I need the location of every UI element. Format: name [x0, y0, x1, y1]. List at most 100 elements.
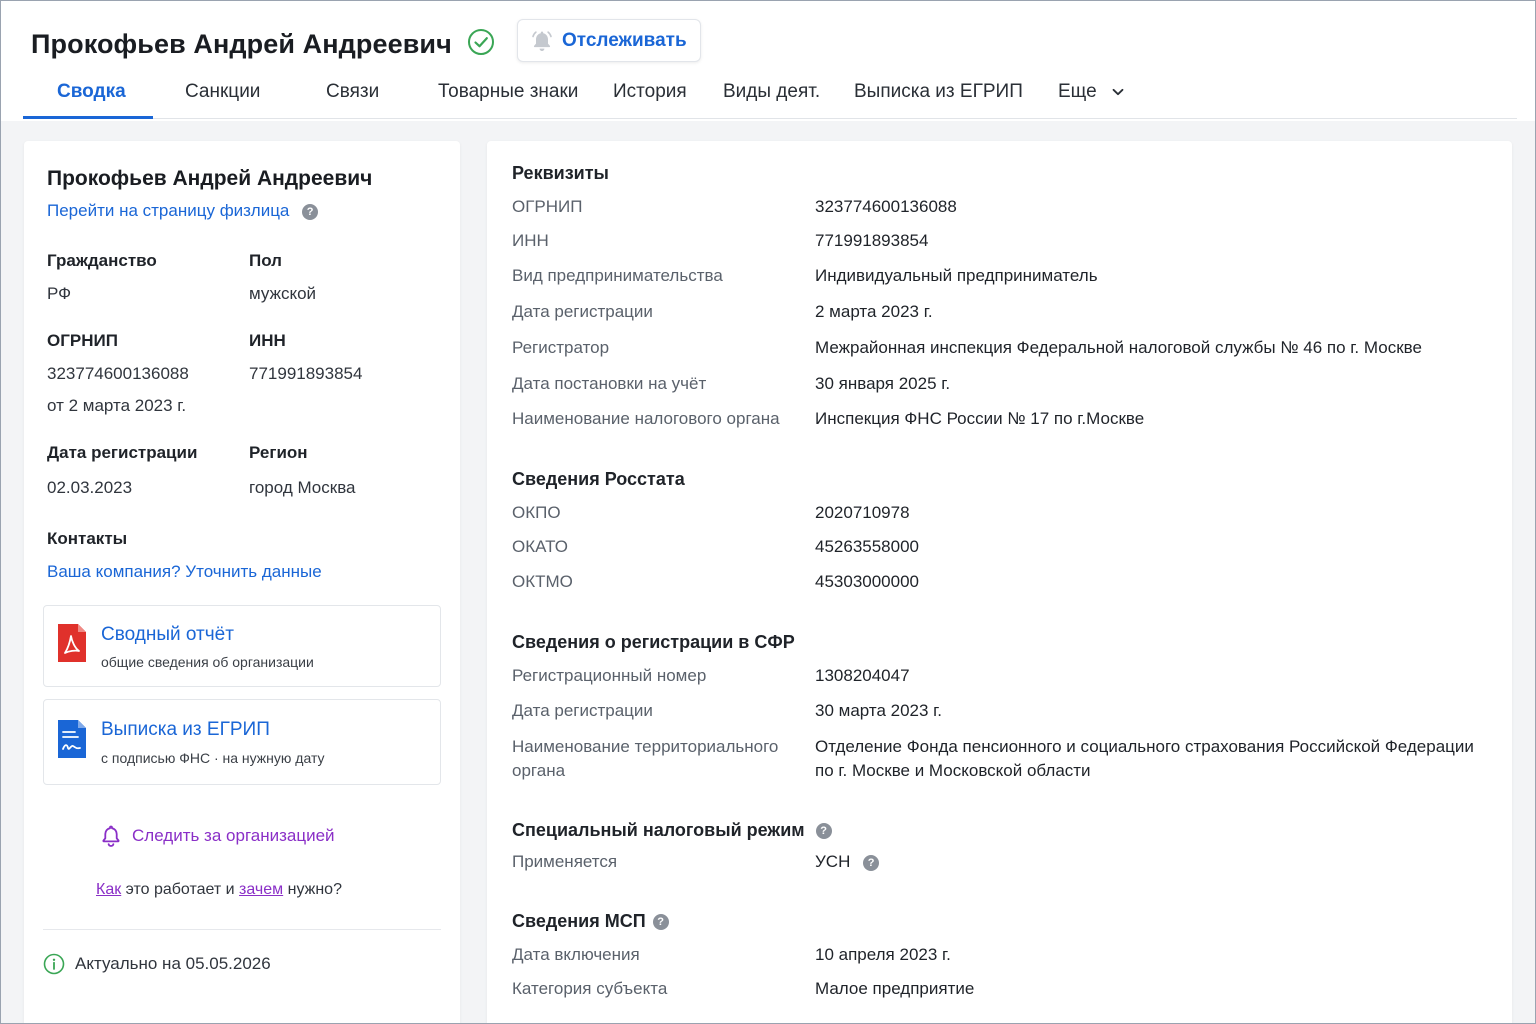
divider	[43, 929, 441, 930]
row-value-tax-authority: Инспекция ФНС России № 17 по г.Москве	[815, 409, 1145, 428]
pdf-file-icon	[58, 624, 86, 662]
row-key-applied: Применяется	[512, 852, 618, 871]
signed-document-icon	[58, 720, 86, 758]
tab-links[interactable]: Связи	[326, 81, 379, 103]
row-key-inn: ИНН	[512, 231, 549, 250]
bell-outline-icon	[102, 825, 120, 847]
follow-organization-label: Следить за организацией	[132, 826, 335, 845]
tab-summary[interactable]: Сводка	[57, 81, 126, 103]
msp-title: Сведения МСП	[512, 911, 646, 931]
follow-organization-button[interactable]: Следить за организацией	[100, 824, 335, 848]
row-value-msp-category: Малое предприятие	[815, 979, 975, 998]
row-key-okato: ОКАТО	[512, 537, 568, 556]
check-circle-icon	[468, 29, 494, 55]
row-value-okpo: 2020710978	[815, 503, 910, 522]
section-title-msp: Сведения МСП ?	[512, 911, 669, 932]
row-key-okpo: ОКПО	[512, 503, 561, 522]
row-key-sfr-date: Дата регистрации	[512, 701, 653, 720]
row-value-applied: УСН ?	[815, 850, 1495, 874]
ogrnip-date: от 2 марта 2023 г.	[47, 396, 187, 415]
how-link[interactable]: Как	[96, 881, 121, 898]
row-value-oktmo: 45303000000	[815, 572, 920, 591]
row-value-sfr-number: 1308204047	[815, 666, 910, 685]
section-title-rosstat: Сведения Росстата	[512, 469, 685, 489]
tab-history[interactable]: История	[613, 81, 687, 103]
actuality-text: Актуально на 05.05.2026	[75, 954, 271, 973]
how-text-end: нужно?	[283, 881, 342, 898]
tab-more[interactable]: Еще	[1058, 81, 1124, 103]
row-key-oktmo: ОКТМО	[512, 572, 573, 591]
info-circle-icon	[43, 953, 65, 975]
row-key-tax-registration-date: Дата постановки на учёт	[512, 374, 707, 393]
contacts-label: Контакты	[47, 529, 128, 548]
summary-report-subtitle: общие сведения об организации	[101, 654, 314, 670]
row-value-registrar: Межрайонная инспекция Федеральной налого…	[815, 338, 1422, 357]
tab-egrip-extract[interactable]: Выписка из ЕГРИП	[854, 81, 1023, 103]
bell-icon	[532, 30, 552, 51]
question-circle-icon[interactable]: ?	[863, 854, 880, 871]
citizenship-value: РФ	[47, 284, 72, 303]
row-key-sfr-number: Регистрационный номер	[512, 666, 707, 685]
summary-report-title: Сводный отчёт	[101, 624, 234, 645]
ogrnip-label: ОГРНИП	[47, 331, 118, 350]
sex-value: мужской	[249, 284, 317, 303]
app-window: Прокофьев Андрей Андреевич Отслеживать С…	[0, 0, 1536, 1024]
clarify-data-link[interactable]: Ваша компания? Уточнить данные	[47, 562, 322, 582]
inn-value: 771991893854	[249, 364, 363, 383]
tax-regime-title: Специальный налоговый режим	[512, 820, 805, 840]
row-key-msp-date: Дата включения	[512, 945, 640, 964]
row-value-sfr-authority: Отделение Фонда пенсионного и социальног…	[815, 737, 1474, 780]
ogrnip-value: 323774600136088	[47, 364, 189, 383]
row-value-sfr-date: 30 марта 2023 г.	[815, 701, 943, 720]
page-header: Прокофьев Андрей Андреевич Отслеживать С…	[1, 1, 1535, 121]
row-key-tax-authority: Наименование налогового органа	[512, 409, 780, 428]
how-it-works-text: Как это работает и зачем нужно?	[96, 881, 342, 899]
track-button[interactable]: Отслеживать	[517, 19, 701, 62]
region-value: город Москва	[249, 478, 356, 497]
regdate-label: Дата регистрации	[47, 443, 198, 462]
row-key-registrar: Регистратор	[512, 338, 610, 357]
question-circle-icon[interactable]: ?	[652, 914, 669, 931]
entrepreneur-name: Прокофьев Андрей Андреевич	[47, 167, 373, 190]
tab-bar: Сводка Санкции Связи Товарные знаки Исто…	[23, 69, 1517, 119]
question-circle-icon[interactable]: ?	[815, 823, 832, 840]
row-key-ogrnip: ОГРНИП	[512, 197, 583, 216]
row-value-okato: 45263558000	[815, 537, 920, 556]
how-text-mid: это работает и	[121, 881, 240, 898]
person-page-link[interactable]: Перейти на страницу физлица ?	[47, 201, 319, 221]
tab-activities[interactable]: Виды деят.	[723, 81, 820, 103]
active-tab-indicator	[23, 116, 153, 119]
row-key-reg-date: Дата регистрации	[512, 302, 653, 321]
page-title: Прокофьев Андрей Андреевич	[31, 29, 452, 59]
regdate-value: 02.03.2023	[47, 478, 133, 497]
tax-regime-value: УСН	[815, 852, 851, 871]
row-value-inn: 771991893854	[815, 231, 929, 250]
summary-report-card[interactable]: Сводный отчёт общие сведения об организа…	[43, 605, 441, 687]
summary-card: Прокофьев Андрей Андреевич Перейти на ст…	[24, 141, 460, 1023]
question-circle-icon[interactable]: ?	[302, 203, 319, 220]
row-key-business-type: Вид предпринимательства	[512, 266, 723, 285]
egrip-extract-card[interactable]: Выписка из ЕГРИП с подписью ФНС · на нуж…	[43, 699, 441, 785]
citizenship-label: Гражданство	[47, 251, 157, 270]
section-title-requisites: Реквизиты	[512, 163, 609, 183]
row-key-sfr-authority: Наименование территориального органа	[512, 737, 779, 780]
actuality-note: Актуально на 05.05.2026	[43, 953, 271, 975]
egrip-extract-subtitle: с подписью ФНС · на нужную дату	[101, 750, 325, 766]
row-value-business-type: Индивидуальный предприниматель	[815, 266, 1098, 285]
tab-trademarks[interactable]: Товарные знаки	[438, 81, 578, 103]
tab-sanctions[interactable]: Санкции	[185, 81, 260, 103]
egrip-extract-title: Выписка из ЕГРИП	[101, 719, 270, 740]
chevron-down-icon	[1112, 88, 1124, 96]
row-value-tax-registration-date: 30 января 2025 г.	[815, 374, 951, 393]
inn-label: ИНН	[249, 331, 286, 350]
row-key-msp-category: Категория субъекта	[512, 979, 668, 998]
region-label: Регион	[249, 443, 308, 462]
row-value-msp-date: 10 апреля 2023 г.	[815, 945, 951, 964]
row-value-ogrnip: 323774600136088	[815, 197, 957, 216]
why-link[interactable]: зачем	[239, 881, 283, 898]
person-page-link-label: Перейти на страницу физлица	[47, 201, 290, 220]
row-value-reg-date: 2 марта 2023 г.	[815, 302, 933, 321]
tab-more-label: Еще	[1058, 81, 1097, 102]
details-card: Реквизиты ОГРНИП 323774600136088 ИНН 771…	[487, 141, 1512, 1023]
section-title-sfr: Сведения о регистрации в СФР	[512, 632, 795, 652]
